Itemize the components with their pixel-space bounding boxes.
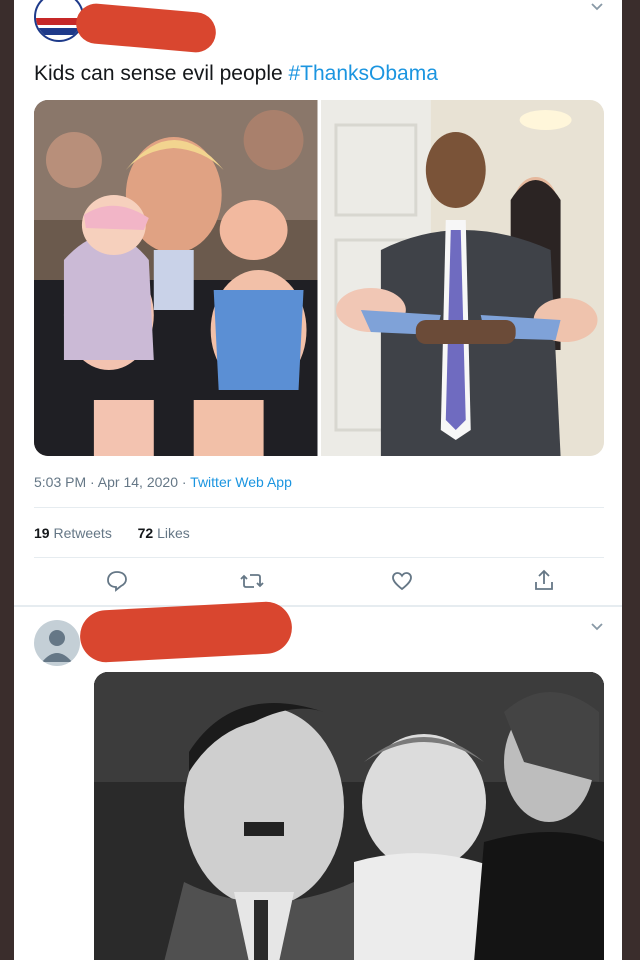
- tweet-actions: [34, 566, 604, 596]
- redacted-username: [74, 1, 218, 55]
- tweet-primary: Kids can sense evil people #ThanksObama: [14, 0, 622, 605]
- screenshot-page: Kids can sense evil people #ThanksObama: [14, 0, 622, 960]
- hashtag-link[interactable]: #ThanksObama: [289, 62, 438, 85]
- retweet-count[interactable]: 19: [34, 525, 50, 541]
- tweet-photo-grid: [34, 100, 604, 456]
- like-label[interactable]: Likes: [153, 525, 190, 541]
- tweet-text: Kids can sense evil people #ThanksObama: [34, 62, 438, 86]
- tweet-separator: [14, 605, 622, 607]
- tweet-stats: 19 Retweets 72 Likes: [34, 525, 190, 541]
- tweet-photo-left[interactable]: [34, 100, 318, 456]
- redacted-username: [78, 600, 294, 664]
- tweet-text-body: Kids can sense evil people: [34, 62, 289, 85]
- tweet-photo[interactable]: [94, 672, 604, 960]
- tweet-photo-right[interactable]: [320, 100, 604, 456]
- share-icon[interactable]: [531, 568, 557, 594]
- divider: [34, 557, 604, 558]
- chevron-down-icon[interactable]: [590, 620, 604, 634]
- avatar[interactable]: [34, 620, 80, 666]
- source-link[interactable]: Twitter Web App: [190, 474, 292, 490]
- heart-icon[interactable]: [389, 568, 415, 594]
- chevron-down-icon[interactable]: [590, 0, 604, 14]
- retweet-icon[interactable]: [239, 568, 265, 594]
- reply-icon[interactable]: [104, 568, 130, 594]
- tweet-timestamp: 5:03 PM · Apr 14, 2020 · Twitter Web App: [34, 474, 292, 490]
- like-count[interactable]: 72: [138, 525, 154, 541]
- divider: [34, 507, 604, 508]
- retweet-label[interactable]: Retweets: [50, 525, 111, 541]
- timestamp-text[interactable]: 5:03 PM · Apr 14, 2020 ·: [34, 474, 190, 490]
